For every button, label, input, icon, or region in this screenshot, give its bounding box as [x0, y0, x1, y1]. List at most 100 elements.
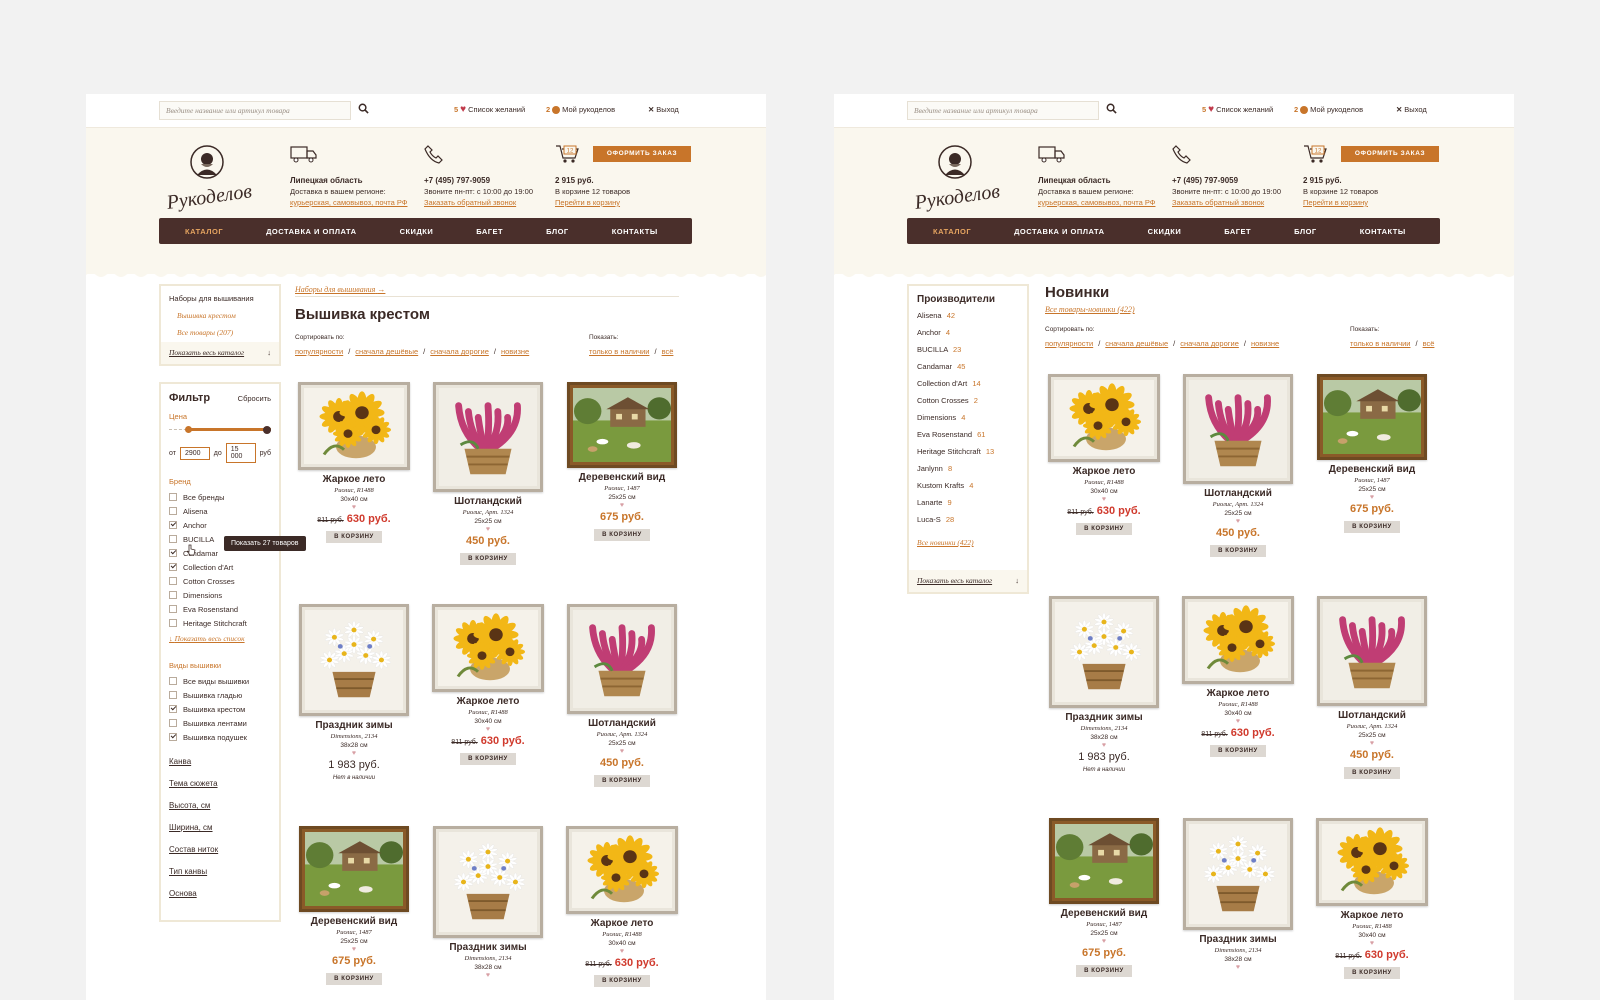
product-image[interactable] [1049, 596, 1159, 708]
product-name[interactable]: Шотландский [563, 718, 681, 729]
search-icon[interactable] [358, 103, 369, 114]
logout-link[interactable]: ✕ Выход [648, 105, 679, 114]
checkbox-row[interactable]: Eva Rosenstand [169, 602, 271, 616]
maker-item[interactable]: Cotton Crosses 2 [917, 396, 1019, 413]
sort-option[interactable]: новизне [501, 347, 529, 356]
wishlist-heart-icon[interactable]: ♥ [429, 726, 547, 733]
wishlist-heart-icon[interactable]: ♥ [1045, 496, 1163, 503]
checkbox[interactable] [169, 577, 177, 585]
region-title[interactable]: Липецкая область [290, 175, 407, 186]
price-slider[interactable] [169, 423, 271, 437]
product-name[interactable]: Жаркое лето [1179, 688, 1297, 699]
product-name[interactable]: Жаркое лето [1313, 910, 1431, 921]
product-name[interactable]: Жаркое лето [1045, 466, 1163, 477]
product-card[interactable]: Жаркое лето Риолис, R1488 30x40 см ♥ 811 руб… [429, 604, 547, 765]
add-to-cart-button[interactable]: В корзину [1344, 967, 1400, 979]
product-name[interactable]: Праздник зимы [1179, 934, 1297, 945]
checkbox-row[interactable]: Dimensions [169, 588, 271, 602]
product-name[interactable]: Праздник зимы [1045, 712, 1163, 723]
checkout-button[interactable]: Оформить заказ [1341, 146, 1439, 162]
product-image[interactable] [566, 826, 678, 914]
wishlist-heart-icon[interactable]: ♥ [295, 750, 413, 757]
cart-icon[interactable]: 12 [555, 144, 581, 164]
wishlist-link[interactable]: 5 ♥ Список желаний [454, 104, 525, 114]
wishlist-heart-icon[interactable]: ♥ [295, 504, 413, 511]
wishlist-link[interactable]: 5 ♥ Список желаний [1202, 104, 1273, 114]
maker-item[interactable]: Eva Rosenstand 61 [917, 430, 1019, 447]
maker-item[interactable]: Anchor 4 [917, 328, 1019, 345]
product-card[interactable]: Деревенский вид Риолис, 1487 25x25 см ♥ 675 … [1045, 818, 1163, 977]
maker-item[interactable]: Kustom Krafts 4 [917, 481, 1019, 498]
add-to-cart-button[interactable]: В корзину [326, 973, 382, 985]
checkbox-row[interactable]: Вышивка крестом [169, 702, 271, 716]
maker-item[interactable]: Candamar 45 [917, 362, 1019, 379]
product-card[interactable]: Шотландский Риолис, Арт. 1324 25x25 см ♥ 450… [1313, 596, 1431, 779]
checkbox[interactable] [169, 591, 177, 599]
sort-option[interactable]: популярности [295, 347, 343, 356]
product-image[interactable] [1048, 374, 1160, 462]
checkbox[interactable] [169, 605, 177, 613]
nav-baguette[interactable]: Багет [1224, 227, 1251, 236]
show-option[interactable]: только в наличии [1350, 339, 1411, 348]
sort-option[interactable]: сначала дешёвые [1105, 339, 1168, 348]
filter-link[interactable]: Основа [169, 889, 271, 898]
product-image[interactable] [433, 826, 543, 938]
wishlist-heart-icon[interactable]: ♥ [1045, 938, 1163, 945]
wishlist-heart-icon[interactable]: ♥ [1313, 940, 1431, 947]
product-image[interactable] [1183, 374, 1293, 484]
product-card[interactable]: Праздник зимы Dimensions, 2134 38x28 см ♥ [1179, 818, 1297, 971]
show-all-catalog[interactable]: Показать весь каталог ↓ [909, 570, 1027, 592]
sort-option[interactable]: популярности [1045, 339, 1093, 348]
product-card[interactable]: Деревенский вид Риолис, 1487 25x25 см ♥ 675 … [563, 382, 681, 541]
go-to-cart-link[interactable]: Перейти в корзину [555, 197, 630, 208]
checkbox-row[interactable]: Все виды вышивки [169, 674, 271, 688]
search-icon[interactable] [1106, 103, 1117, 114]
slider-handle-max[interactable] [263, 426, 271, 434]
sort-option[interactable]: сначала дорогие [430, 347, 489, 356]
checkbox[interactable] [169, 521, 177, 529]
product-card[interactable]: Шотландский Риолис, Арт. 1324 25x25 см ♥ 450… [429, 382, 547, 565]
product-image[interactable] [1317, 596, 1427, 706]
product-image[interactable] [298, 382, 410, 470]
checkbox-row[interactable]: Heritage Stitchcraft [169, 616, 271, 630]
product-card[interactable]: Жаркое лето Риолис, R1488 30x40 см ♥ 811 руб… [295, 382, 413, 543]
delivery-methods-link[interactable]: курьерская, самовывоз, почта РФ [290, 197, 407, 208]
nav-contacts[interactable]: Контакты [612, 227, 658, 236]
checkbox-row[interactable]: Collection d'Art [169, 560, 271, 574]
search-input[interactable]: Введите название или артикул товара [907, 101, 1099, 120]
add-to-cart-button[interactable]: В корзину [594, 975, 650, 987]
catalog-section-title[interactable]: Наборы для вышивания [169, 294, 271, 303]
go-to-cart-link[interactable]: Перейти в корзину [1303, 197, 1378, 208]
logo[interactable]: Рукоделов [911, 142, 1001, 216]
show-option[interactable]: всё [1423, 339, 1435, 348]
checkbox-row[interactable]: Anchor [169, 518, 271, 532]
cart-icon[interactable]: 12 [1303, 144, 1329, 164]
nav-delivery[interactable]: Доставка и оплата [1014, 227, 1104, 236]
checkbox[interactable] [169, 563, 177, 571]
sort-option[interactable]: сначала дорогие [1180, 339, 1239, 348]
wishlist-heart-icon[interactable]: ♥ [1179, 518, 1297, 525]
wishlist-heart-icon[interactable]: ♥ [1313, 494, 1431, 501]
add-to-cart-button[interactable]: В корзину [326, 531, 382, 543]
product-card[interactable]: Деревенский вид Риолис, 1487 25x25 см ♥ 675 … [1313, 374, 1431, 533]
add-to-cart-button[interactable]: В корзину [1210, 545, 1266, 557]
all-new-products-link[interactable]: Все товары-новинки (422) [1045, 305, 1135, 314]
checkout-button[interactable]: Оформить заказ [593, 146, 691, 162]
wishlist-heart-icon[interactable]: ♥ [1179, 718, 1297, 725]
maker-item[interactable]: Collection d'Art 14 [917, 379, 1019, 396]
checkbox-row[interactable]: Alisena [169, 504, 271, 518]
my-account-link[interactable]: 2 Мой рукоделов [546, 105, 615, 114]
callback-link[interactable]: Заказать обратный звонок [1172, 197, 1281, 208]
filter-result-tooltip[interactable]: Показать 27 товаров [224, 536, 306, 551]
product-card[interactable]: Жаркое лето Риолис, R1488 30x40 см ♥ 811 руб… [1045, 374, 1163, 535]
nav-blog[interactable]: Блог [1294, 227, 1317, 236]
checkbox-row[interactable]: Все бренды [169, 490, 271, 504]
slider-handle-min[interactable] [185, 426, 193, 433]
checkbox-row[interactable]: Вышивка гладью [169, 688, 271, 702]
product-image[interactable] [1183, 818, 1293, 930]
wishlist-heart-icon[interactable]: ♥ [1313, 740, 1431, 747]
nav-catalog[interactable]: Каталог [185, 227, 223, 236]
checkbox[interactable] [169, 705, 177, 713]
product-image[interactable] [1049, 818, 1159, 904]
filter-link[interactable]: Тип канвы [169, 867, 271, 876]
